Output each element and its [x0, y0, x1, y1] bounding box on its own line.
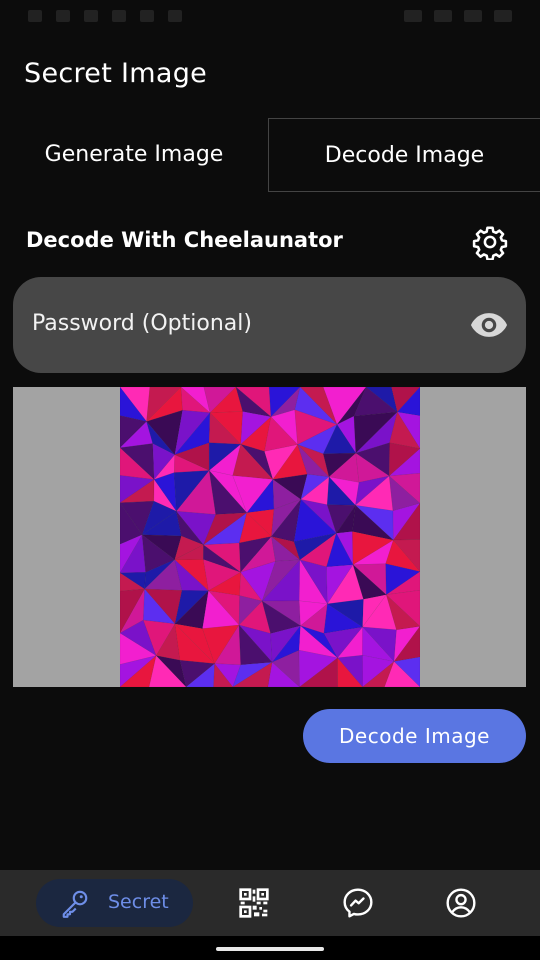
notification-icons [28, 7, 218, 22]
decode-image-button[interactable]: Decode Image [303, 709, 526, 763]
tab-generate-image[interactable]: Generate Image [0, 118, 268, 192]
nav-item-secret[interactable]: Secret [36, 879, 193, 927]
system-status-icons [392, 7, 512, 22]
bottom-navigation: Secret [0, 870, 540, 936]
section-title: Decode With Cheelaunator [26, 228, 343, 252]
status-bar [0, 0, 540, 30]
eye-icon[interactable] [470, 310, 508, 340]
gesture-navigation-area [0, 936, 540, 960]
tab-decode-image[interactable]: Decode Image [268, 118, 540, 192]
messenger-icon[interactable] [342, 887, 374, 919]
tab-bar: Generate Image Decode Image [0, 118, 540, 192]
account-icon[interactable] [445, 887, 477, 919]
password-field[interactable]: Password (Optional) [13, 277, 526, 373]
app-title: Secret Image [24, 58, 208, 89]
qr-code-icon[interactable] [238, 887, 270, 919]
image-preview[interactable] [13, 387, 526, 687]
gear-icon[interactable] [472, 224, 508, 260]
key-icon [62, 890, 88, 918]
gesture-handle[interactable] [216, 947, 324, 951]
selected-image [120, 387, 420, 687]
nav-item-secret-label: Secret [108, 891, 169, 913]
password-placeholder: Password (Optional) [32, 311, 252, 336]
